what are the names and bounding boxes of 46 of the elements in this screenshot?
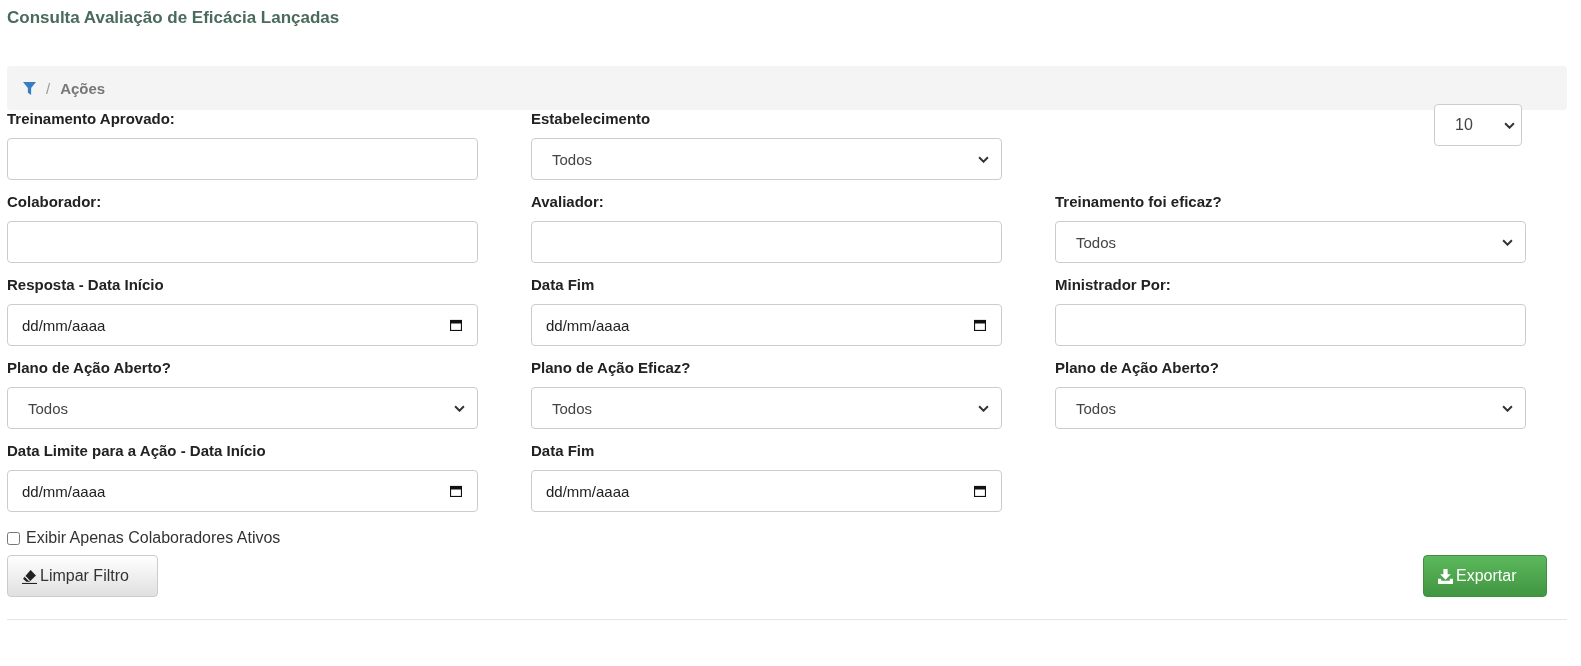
page-size-select[interactable]: 10: [1434, 104, 1522, 146]
download-icon: [1438, 568, 1453, 584]
select-dropdown[interactable]: Todos: [531, 387, 1002, 429]
calendar-icon: [974, 319, 986, 331]
field-label: Avaliador:: [531, 193, 605, 212]
calendar-icon: [450, 319, 462, 331]
select-dropdown[interactable]: Todos: [7, 387, 478, 429]
field-label: Plano de Ação Aberto?: [7, 359, 172, 378]
chevron-down-icon: [1502, 404, 1513, 412]
chevron-down-icon: [1504, 121, 1515, 129]
calendar-icon: [450, 485, 462, 497]
field-label: Treinamento Aprovado:: [7, 110, 176, 129]
text-field[interactable]: [7, 221, 478, 263]
select-dropdown[interactable]: Todos: [1055, 221, 1526, 263]
chevron-down-icon: [978, 404, 989, 412]
field-label: Data Limite para a Ação - Data Início: [7, 442, 267, 461]
breadcrumb-item[interactable]: Ações: [60, 79, 106, 97]
text-field[interactable]: [531, 221, 1002, 263]
page-title: Consulta Avaliação de Eficácia Lançadas: [7, 7, 341, 29]
text-field[interactable]: [1055, 304, 1526, 346]
field-label: Data Fim: [531, 442, 596, 461]
filter-icon: [23, 81, 36, 95]
chevron-down-icon: [454, 404, 465, 412]
calendar-icon: [974, 485, 986, 497]
field-label: Data Fim: [531, 276, 596, 295]
select-dropdown[interactable]: Todos: [531, 138, 1002, 180]
field-label: Ministrador Por:: [1055, 276, 1172, 295]
chevron-down-icon: [1502, 238, 1513, 246]
date-field[interactable]: dd/mm/aaaa: [531, 470, 1002, 512]
clear-filter-button[interactable]: Limpar Filtro: [7, 555, 158, 597]
chevron-down-icon: [978, 155, 989, 163]
field-label: Plano de Ação Eficaz?: [531, 359, 692, 378]
text-field[interactable]: [7, 138, 478, 180]
field-label: Plano de Ação Aberto?: [1055, 359, 1220, 378]
field-label: Colaborador:: [7, 193, 103, 212]
date-field[interactable]: dd/mm/aaaa: [531, 304, 1002, 346]
eraser-icon: [22, 568, 37, 584]
select-dropdown[interactable]: Todos: [1055, 387, 1526, 429]
checkbox-label[interactable]: Exibir Apenas Colaboradores Ativos: [26, 529, 281, 547]
date-field[interactable]: dd/mm/aaaa: [7, 470, 478, 512]
checkbox[interactable]: [7, 531, 20, 545]
date-field[interactable]: dd/mm/aaaa: [7, 304, 478, 346]
field-label: Resposta - Data Início: [7, 276, 165, 295]
field-label: Treinamento foi eficaz?: [1055, 193, 1223, 212]
field-label: Estabelecimento: [531, 110, 652, 129]
breadcrumb-separator: /: [46, 79, 51, 97]
